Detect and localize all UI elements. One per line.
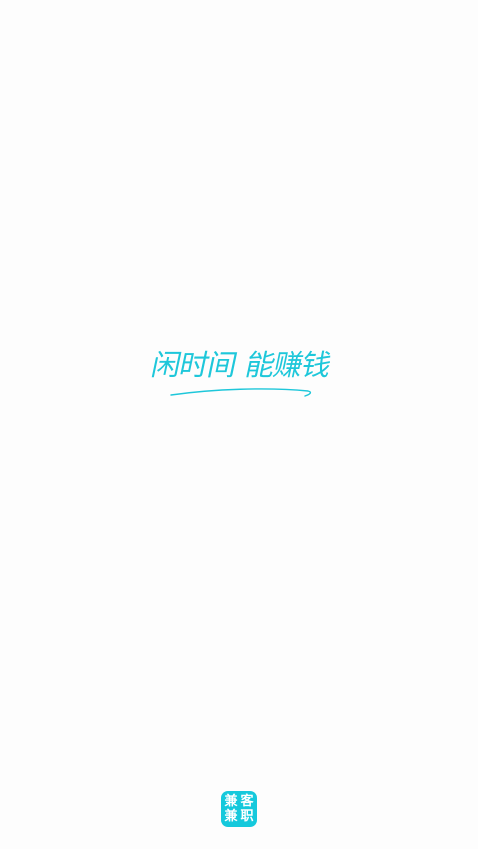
slogan-part-2: 能赚钱 bbox=[242, 348, 334, 382]
swoosh-underline bbox=[170, 388, 312, 397]
logo-char: 职 bbox=[240, 808, 254, 824]
slogan-part-1: 闲时间 bbox=[148, 348, 240, 382]
slogan-text: 闲时间能赚钱 bbox=[148, 348, 333, 382]
logo-char: 兼 bbox=[224, 808, 238, 824]
logo-char: 兼 bbox=[224, 793, 238, 809]
logo-char: 客 bbox=[240, 793, 254, 809]
slogan: 闲时间能赚钱 bbox=[148, 345, 334, 407]
app-logo: 兼 客 兼 职 bbox=[221, 791, 257, 827]
splash-screen: 闲时间能赚钱 兼 客 兼 职 bbox=[0, 0, 478, 849]
